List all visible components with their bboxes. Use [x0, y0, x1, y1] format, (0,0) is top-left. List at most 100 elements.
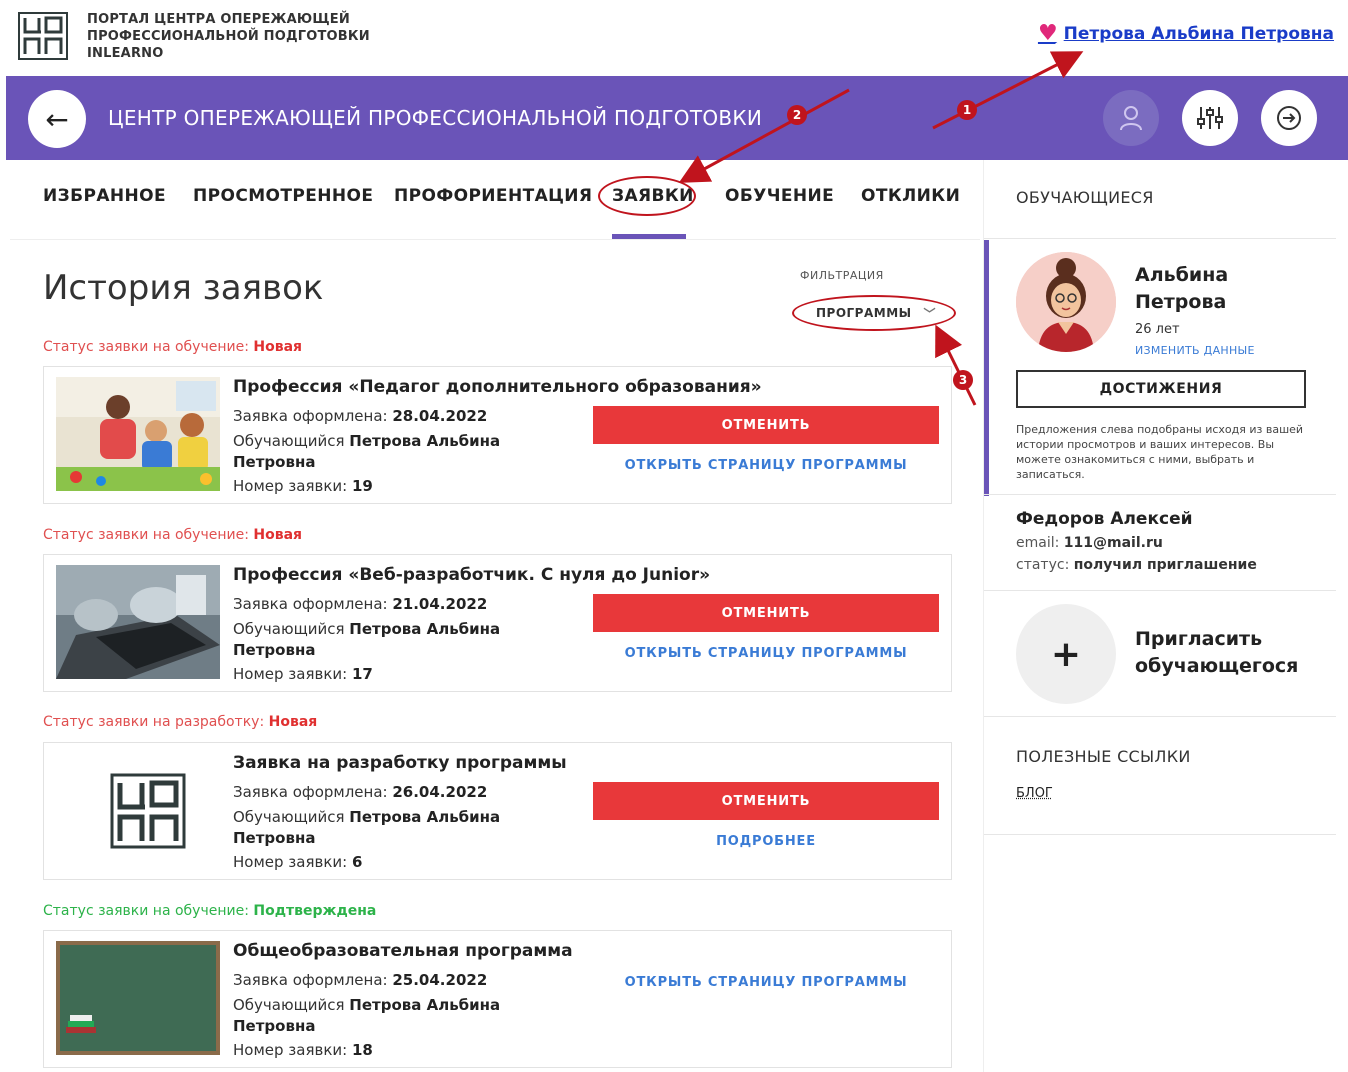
- date-label: Заявка оформлена:: [233, 971, 388, 989]
- student-label: Обучающийся: [233, 996, 345, 1014]
- invite-student-button[interactable]: +: [1016, 604, 1116, 704]
- application-student-line2: Петровна: [233, 829, 315, 847]
- tab-responses[interactable]: ОТКЛИКИ: [861, 186, 960, 206]
- status-value: Новая: [253, 527, 303, 543]
- sliders-icon: [1197, 107, 1223, 129]
- portal-logo-icon: [18, 12, 68, 60]
- student-name-line2: Петровна: [233, 641, 316, 659]
- application-student-line2: Петровна: [233, 641, 315, 659]
- status-value: Подтверждена: [253, 903, 377, 919]
- application-student: Обучающийся Петрова Альбина: [233, 996, 500, 1014]
- invite-student-label[interactable]: Пригласить обучающегося: [1135, 626, 1325, 680]
- arrow-left-icon: ←: [45, 102, 69, 136]
- application-date: Заявка оформлена: 21.04.2022: [233, 595, 487, 613]
- details-link[interactable]: ПОДРОБНЕЕ: [593, 834, 939, 849]
- profile-last-name: Петрова: [1135, 291, 1227, 313]
- filter-value: ПРОГРАММЫ: [816, 306, 912, 320]
- profile-first-name: Альбина: [1135, 264, 1229, 286]
- portal-name-line1: ПОРТАЛ ЦЕНТРА ОПЕРЕЖАЮЩЕЙ: [87, 12, 350, 27]
- number-label: Номер заявки:: [233, 853, 348, 871]
- cancel-button[interactable]: ОТМЕНИТЬ: [593, 406, 939, 444]
- student-name-line2: Петровна: [233, 453, 316, 471]
- application-student: Обучающийся Петрова Альбина: [233, 808, 500, 826]
- application-status: Статус заявки на обучение: Новая: [43, 339, 302, 355]
- open-program-link[interactable]: ОТКРЫТЬ СТРАНИЦУ ПРОГРАММЫ: [593, 458, 939, 473]
- header-title: ЦЕНТР ОПЕРЕЖАЮЩЕЙ ПРОФЕССИОНАЛЬНОЙ ПОДГО…: [108, 106, 763, 130]
- edit-profile-link[interactable]: ИЗМЕНИТЬ ДАННЫЕ: [1135, 344, 1255, 357]
- heart-icon: ♥: [1037, 21, 1058, 46]
- student-item-status: статус: получил приглашение: [1016, 557, 1257, 573]
- student-name: Петрова Альбина: [349, 620, 501, 638]
- application-number: Номер заявки: 18: [233, 1041, 373, 1059]
- portal-name-line3: INLEARNO: [87, 46, 164, 61]
- back-button[interactable]: ←: [28, 90, 86, 148]
- divider: [984, 834, 1336, 835]
- settings-button[interactable]: [1182, 90, 1238, 146]
- filter-dropdown[interactable]: ПРОГРАММЫ ﹀: [792, 295, 956, 331]
- application-student: Обучающийся Петрова Альбина: [233, 432, 500, 450]
- app-header: ← ЦЕНТР ОПЕРЕЖАЮЩЕЙ ПРОФЕССИОНАЛЬНОЙ ПОД…: [6, 76, 1348, 160]
- profile-name: Альбина Петрова: [1135, 262, 1285, 316]
- tab-favorites[interactable]: ИЗБРАННОЕ: [43, 186, 166, 206]
- user-profile-link[interactable]: ♥ Петрова Альбина Петровна: [1037, 21, 1334, 46]
- blog-link[interactable]: БЛОГ: [1016, 786, 1053, 801]
- application-status: Статус заявки на разработку: Новая: [43, 714, 317, 730]
- divider: [984, 238, 1336, 239]
- tab-viewed[interactable]: ПРОСМОТРЕННОЕ: [193, 186, 373, 206]
- application-title: Профессия «Педагог дополнительного образ…: [233, 377, 762, 397]
- application-card: Общеобразовательная программа Заявка офо…: [43, 930, 952, 1068]
- application-card: Профессия «Веб-разработчик. С нуля до Ju…: [43, 554, 952, 692]
- status-prefix: Статус заявки на обучение:: [43, 339, 249, 355]
- number-label: Номер заявки:: [233, 1041, 348, 1059]
- application-status: Статус заявки на обучение: Подтверждена: [43, 903, 376, 919]
- filter-label: ФИЛЬТРАЦИЯ: [800, 269, 884, 282]
- cancel-button[interactable]: ОТМЕНИТЬ: [593, 594, 939, 632]
- date-value: 21.04.2022: [392, 595, 488, 613]
- cancel-button[interactable]: ОТМЕНИТЬ: [593, 782, 939, 820]
- status-label: статус:: [1016, 557, 1070, 573]
- divider: [984, 494, 1336, 495]
- copp-logo-icon: [56, 753, 220, 867]
- student-name-line2: Петровна: [233, 1017, 316, 1035]
- number-value: 6: [351, 853, 363, 871]
- annotation-marker-3: 3: [959, 373, 967, 387]
- date-label: Заявка оформлена:: [233, 407, 388, 425]
- application-date: Заявка оформлена: 26.04.2022: [233, 783, 487, 801]
- user-name-link[interactable]: Петрова Альбина Петровна: [1064, 24, 1334, 44]
- student-item-email: email: 111@mail.ru: [1016, 535, 1163, 551]
- tab-career-guidance[interactable]: ПРОФОРИЕНТАЦИЯ: [394, 186, 592, 206]
- open-program-link[interactable]: ОТКРЫТЬ СТРАНИЦУ ПРОГРАММЫ: [593, 646, 939, 661]
- tab-learning[interactable]: ОБУЧЕНИЕ: [725, 186, 834, 206]
- avatar[interactable]: [1016, 252, 1116, 352]
- user-icon: [1120, 106, 1142, 131]
- status-value: получил приглашение: [1073, 557, 1257, 573]
- plus-icon: +: [1050, 633, 1082, 675]
- useful-links-heading: ПОЛЕЗНЫЕ ССЫЛКИ: [1016, 747, 1191, 766]
- number-value: 17: [351, 665, 373, 683]
- tab-bar: ИЗБРАННОЕ ПРОСМОТРЕННОЕ ПРОФОРИЕНТАЦИЯ З…: [10, 160, 980, 240]
- sidebar: ОБУЧАЮЩИЕСЯ Альбина Петрова 26 лет ИЗМЕН…: [983, 160, 1336, 1072]
- open-program-link[interactable]: ОТКРЫТЬ СТРАНИЦУ ПРОГРАММЫ: [593, 975, 939, 990]
- student-item-name[interactable]: Федоров Алексей: [1016, 509, 1193, 529]
- active-student-indicator: [984, 240, 989, 496]
- date-label: Заявка оформлена:: [233, 595, 388, 613]
- program-image: [56, 377, 220, 491]
- student-label: Обучающийся: [233, 808, 345, 826]
- annotation-circle-tab: [598, 176, 696, 216]
- status-value: Новая: [253, 339, 303, 355]
- page-title: История заявок: [43, 268, 324, 308]
- number-label: Номер заявки:: [233, 477, 348, 495]
- profile-button[interactable]: [1103, 90, 1159, 146]
- logout-button[interactable]: [1261, 90, 1317, 146]
- date-value: 25.04.2022: [392, 971, 488, 989]
- application-date: Заявка оформлена: 28.04.2022: [233, 407, 487, 425]
- number-value: 18: [351, 1041, 373, 1059]
- portal-name: ПОРТАЛ ЦЕНТРА ОПЕРЕЖАЮЩЕЙ ПРОФЕССИОНАЛЬН…: [87, 11, 370, 62]
- invite-line1: Пригласить: [1135, 628, 1263, 650]
- student-name-line2: Петровна: [233, 829, 316, 847]
- achievements-button[interactable]: ДОСТИЖЕНИЯ: [1016, 370, 1306, 408]
- application-number: Номер заявки: 6: [233, 853, 362, 871]
- portal-bar: ПОРТАЛ ЦЕНТРА ОПЕРЕЖАЮЩЕЙ ПРОФЕССИОНАЛЬН…: [0, 0, 1348, 76]
- number-value: 19: [351, 477, 373, 495]
- student-label: Обучающийся: [233, 432, 345, 450]
